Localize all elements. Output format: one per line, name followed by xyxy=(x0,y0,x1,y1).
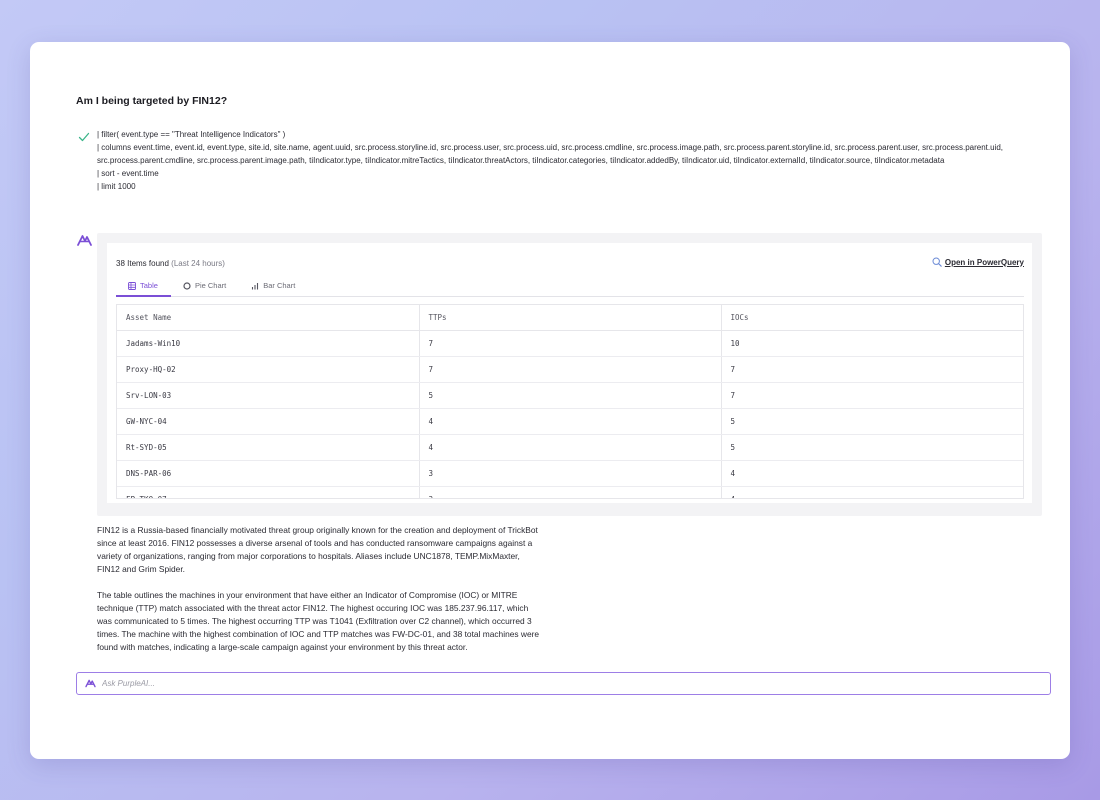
query-line: | columns event.time, event.id, event.ty… xyxy=(97,143,1004,165)
iocs-cell: 7 xyxy=(720,382,1023,409)
table-row[interactable]: FP-TKO-07 3 4 xyxy=(117,486,1023,498)
ai-response-summary: FIN12 is a Russia-based financially moti… xyxy=(97,524,542,654)
open-in-powerquery-label: Open in PowerQuery xyxy=(944,257,1024,267)
tab-pie-chart-label: Pie Chart xyxy=(194,281,227,290)
asset-name-cell: FP-TKO-07 xyxy=(117,486,419,498)
purple-ai-icon xyxy=(77,235,92,246)
column-header-ttps[interactable]: TTPs xyxy=(418,305,721,331)
results-table: Asset Name TTPs IOCs Jadams-Win10 7 10 P… xyxy=(116,304,1024,499)
tab-bar-chart[interactable]: Bar Chart xyxy=(239,279,308,297)
asset-name-cell: Jadams-Win10 xyxy=(117,330,419,357)
user-question: Am I being targeted by FIN12? xyxy=(76,95,228,107)
asset-name-cell: GW-NYC-04 xyxy=(117,408,419,435)
ttps-cell: 7 xyxy=(418,356,721,383)
table-row[interactable]: Jadams-Win10 7 10 xyxy=(117,330,1023,357)
tab-table-label: Table xyxy=(140,281,158,290)
open-in-powerquery-link[interactable]: Open in PowerQuery xyxy=(932,257,1024,267)
search-icon xyxy=(932,257,942,267)
ttps-cell: 7 xyxy=(418,330,721,357)
query-line: | sort - event.time xyxy=(97,169,159,178)
ttps-cell: 3 xyxy=(418,486,721,498)
query-line: | limit 1000 xyxy=(97,182,136,191)
table-row[interactable]: Srv-LON-03 5 7 xyxy=(117,382,1023,409)
results-card: 38 Items found (Last 24 hours) Open in P… xyxy=(107,243,1032,503)
pie-chart-icon xyxy=(183,282,191,290)
ask-purple-ai-box[interactable] xyxy=(76,672,1051,695)
summary-paragraph: FIN12 is a Russia-based financially moti… xyxy=(97,525,538,574)
iocs-cell: 10 xyxy=(720,330,1023,357)
items-found-label: 38 Items found (Last 24 hours) xyxy=(116,259,225,268)
table-header-row: Asset Name TTPs IOCs xyxy=(117,305,1023,331)
powerquery-code: | filter( event.type == "Threat Intellig… xyxy=(97,128,1027,193)
iocs-cell: 7 xyxy=(720,356,1023,383)
time-period: (Last 24 hours) xyxy=(171,259,225,268)
asset-name-cell: Rt-SYD-05 xyxy=(117,434,419,461)
table-icon xyxy=(128,282,136,290)
bar-chart-icon xyxy=(252,283,259,290)
table-row[interactable]: Proxy-HQ-02 7 7 xyxy=(117,356,1023,383)
column-header-iocs[interactable]: IOCs xyxy=(720,305,1023,331)
ask-purple-ai-input[interactable] xyxy=(102,679,1050,688)
purple-ai-icon xyxy=(85,679,96,688)
tab-bar-chart-label: Bar Chart xyxy=(263,281,296,290)
results-view-tabs: Table Pie Chart Bar Chart xyxy=(116,279,1024,297)
asset-name-cell: DNS-PAR-06 xyxy=(117,460,419,487)
tab-pie-chart[interactable]: Pie Chart xyxy=(171,279,239,297)
tab-table[interactable]: Table xyxy=(116,279,171,297)
purple-ai-window: Am I being targeted by FIN12? | filter( … xyxy=(30,42,1070,759)
column-header-asset-name[interactable]: Asset Name xyxy=(117,305,419,331)
check-icon xyxy=(78,132,90,142)
ttps-cell: 3 xyxy=(418,460,721,487)
items-count: 38 Items found xyxy=(116,259,169,268)
table-row[interactable]: GW-NYC-04 4 5 xyxy=(117,408,1023,435)
table-row[interactable]: DNS-PAR-06 3 4 xyxy=(117,460,1023,487)
query-line: | filter( event.type == "Threat Intellig… xyxy=(97,130,286,139)
ttps-cell: 5 xyxy=(418,382,721,409)
iocs-cell: 5 xyxy=(720,434,1023,461)
iocs-cell: 4 xyxy=(720,460,1023,487)
summary-paragraph: The table outlines the machines in your … xyxy=(97,590,540,652)
ttps-cell: 4 xyxy=(418,408,721,435)
query-results-panel: 38 Items found (Last 24 hours) Open in P… xyxy=(97,233,1042,516)
asset-name-cell: Proxy-HQ-02 xyxy=(117,356,419,383)
iocs-cell: 4 xyxy=(720,486,1023,498)
asset-name-cell: Srv-LON-03 xyxy=(117,382,419,409)
iocs-cell: 5 xyxy=(720,408,1023,435)
table-row[interactable]: Rt-SYD-05 4 5 xyxy=(117,434,1023,461)
ttps-cell: 4 xyxy=(418,434,721,461)
